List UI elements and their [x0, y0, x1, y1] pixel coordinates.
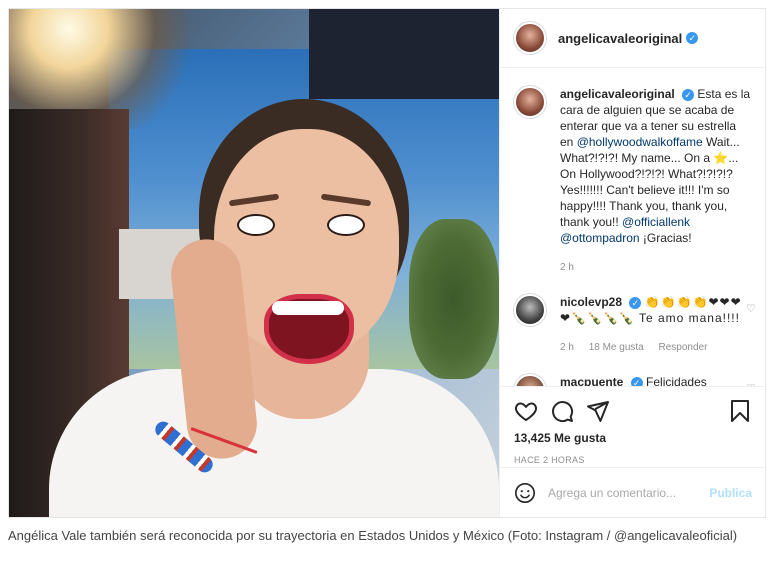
likes-count[interactable]: 13,425 Me gusta [514, 431, 752, 445]
comment-body: nicolevp28 ✓ 👏👏👏👏❤❤❤❤🍾🍾🍾🍾 Te amo mana!!!… [560, 294, 752, 356]
caption-mention-officiallenk[interactable]: @officiallenk [622, 215, 690, 229]
photo-dark-panel [309, 9, 499, 99]
instagram-embed: angelicavaleoriginal ✓ angelicavaleorigi… [8, 8, 766, 518]
comment-row: macpuente ✓ Felicidades ♡ [500, 356, 765, 386]
comment-reply-button[interactable]: Responder [659, 342, 708, 353]
caption-row: angelicavaleoriginal ✓ Esta es la cara d… [500, 68, 765, 276]
caption-meta: 2 h [560, 260, 752, 276]
comment-meta: 2 h 18 Me gusta Responder [560, 340, 752, 356]
photo-teeth [272, 301, 344, 315]
comment-username[interactable]: macpuente [560, 375, 623, 386]
caption-mention-ottompadron[interactable]: @ottompadron [560, 231, 640, 245]
post-header: angelicavaleoriginal ✓ [500, 9, 765, 68]
add-comment-bar: Agrega un comentario... Publica [500, 467, 765, 517]
post-actions: 13,425 Me gusta HACE 2 HORAS [500, 386, 765, 466]
post-sidebar: angelicavaleoriginal ✓ angelicavaleorigi… [499, 9, 765, 517]
caption-text-3: ¡Gracias! [642, 231, 692, 245]
verified-badge-icon: ✓ [686, 32, 699, 44]
action-icons [514, 397, 752, 425]
header-username[interactable]: angelicavaleoriginal [558, 31, 682, 46]
photo-left-eye [237, 214, 275, 236]
photo-tree [409, 219, 499, 379]
comment-age: 2 h [560, 342, 574, 353]
post-comment-button[interactable]: Publica [709, 486, 752, 500]
comment-input[interactable]: Agrega un comentario... [548, 486, 709, 500]
share-icon[interactable] [586, 399, 610, 423]
comment-username[interactable]: nicolevp28 [560, 295, 622, 309]
post-timestamp: HACE 2 HORAS [514, 455, 585, 465]
comment-like-heart-icon[interactable]: ♡ [746, 302, 756, 315]
emoji-icon[interactable] [514, 482, 536, 504]
comment-text: Felicidades [646, 375, 707, 386]
caption-username[interactable]: angelicavaleoriginal [560, 87, 675, 101]
avatar[interactable] [514, 86, 546, 118]
comment-icon[interactable] [550, 399, 574, 423]
avatar[interactable] [514, 294, 546, 326]
comments-list: angelicavaleoriginal ✓ Esta es la cara d… [500, 68, 765, 386]
caption-age: 2 h [560, 262, 574, 273]
verified-badge-icon: ✓ [682, 88, 695, 101]
avatar[interactable] [514, 22, 546, 54]
avatar[interactable] [514, 374, 546, 386]
article-caption: Angélica Vale también será reconocida po… [8, 528, 738, 543]
verified-badge-icon: ✓ [629, 296, 642, 309]
caption-mention-hollywoodwalkoffame[interactable]: @hollywoodwalkoffame [577, 135, 703, 149]
photo-right-eye [327, 214, 365, 236]
verified-badge-icon: ✓ [630, 376, 643, 386]
heart-icon[interactable] [514, 399, 538, 423]
comment-row: nicolevp28 ✓ 👏👏👏👏❤❤❤❤🍾🍾🍾🍾 Te amo mana!!!… [500, 276, 765, 356]
bookmark-icon[interactable] [728, 399, 752, 423]
caption-body: angelicavaleoriginal ✓ Esta es la cara d… [560, 86, 752, 276]
comment-body: macpuente ✓ Felicidades [560, 374, 752, 386]
comment-likes[interactable]: 18 Me gusta [589, 342, 644, 353]
post-photo[interactable] [9, 9, 499, 517]
